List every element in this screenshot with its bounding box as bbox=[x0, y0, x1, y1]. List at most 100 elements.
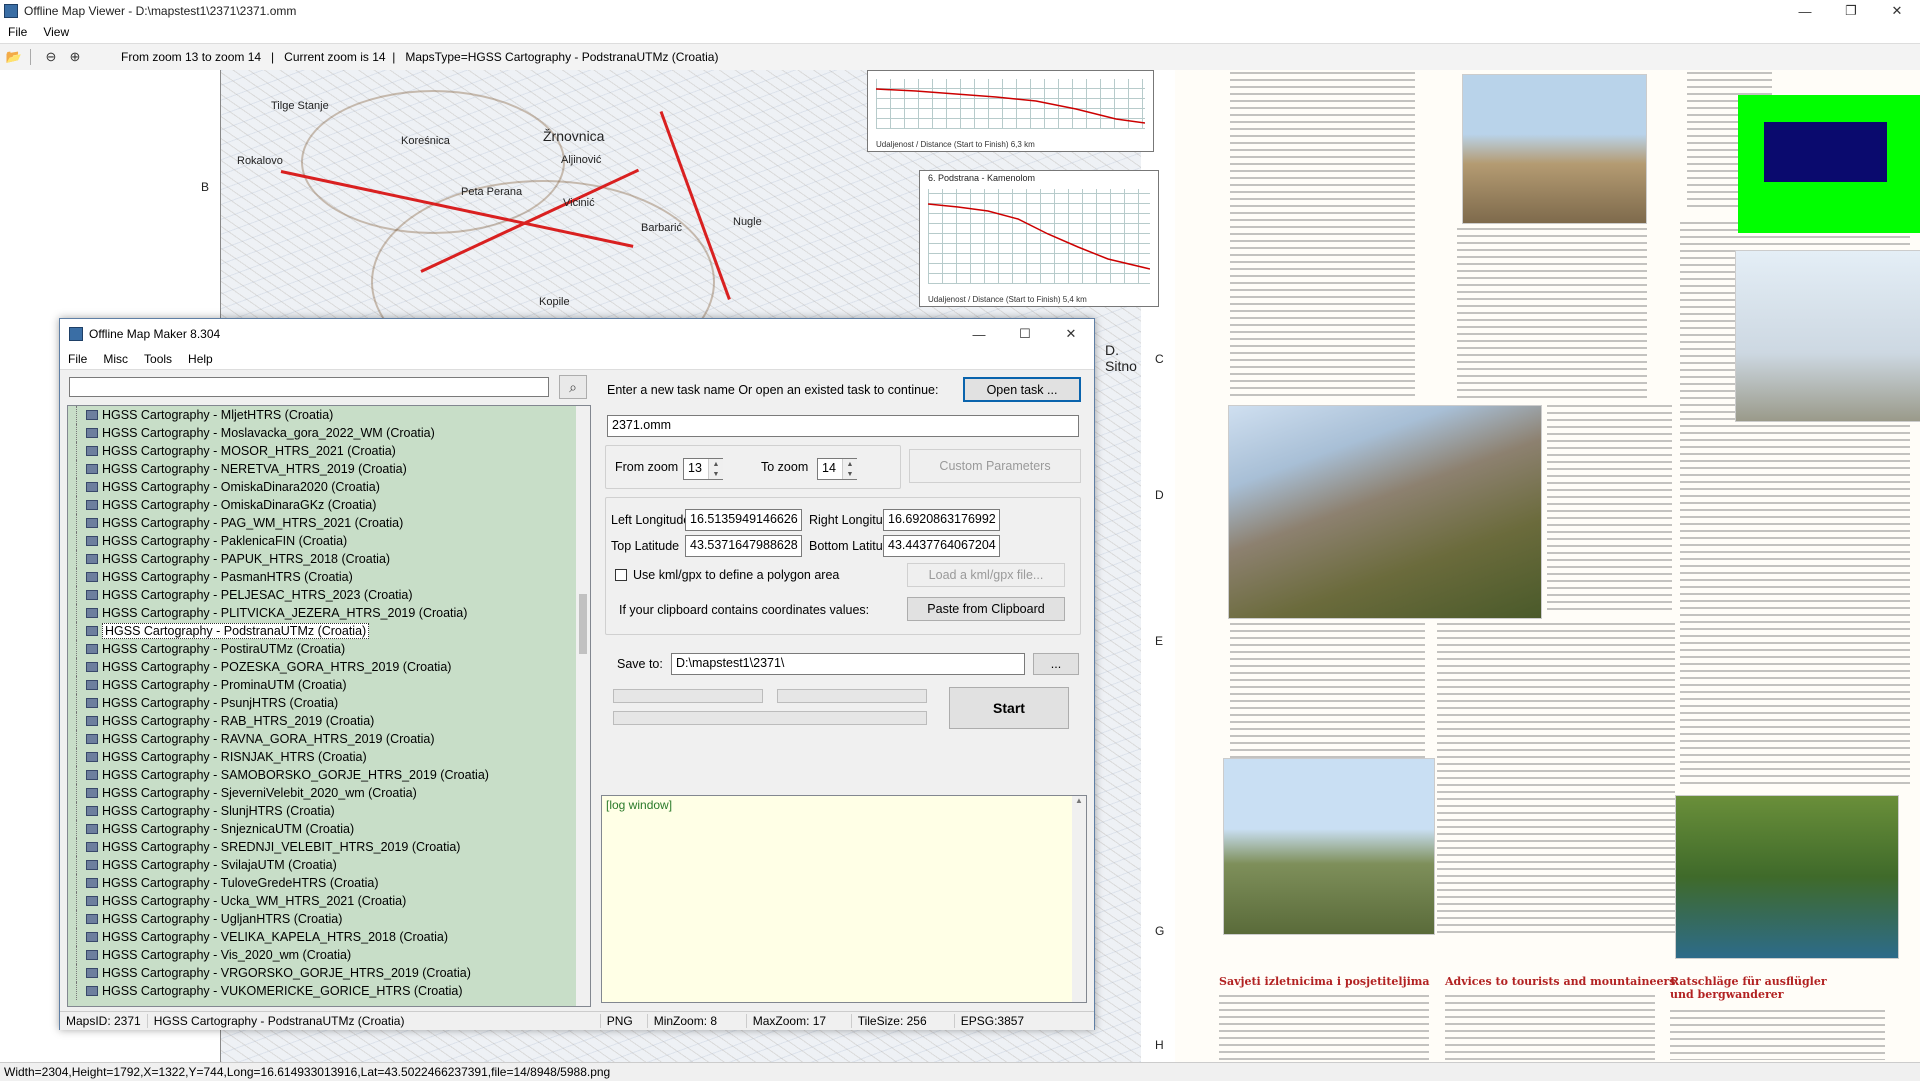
search-input[interactable] bbox=[69, 377, 549, 397]
map-list-item[interactable]: HGSS Cartography - PLITVICKA_JEZERA_HTRS… bbox=[68, 604, 590, 622]
map-list-item[interactable]: HGSS Cartography - ProminaUTM (Croatia) bbox=[68, 676, 590, 694]
menu-view[interactable]: View bbox=[35, 25, 77, 39]
zoom-info: From zoom 13 to zoom 14 | Current zoom i… bbox=[121, 50, 719, 64]
log-scrollbar[interactable]: ▲ bbox=[1072, 796, 1086, 1002]
grid-letter: B bbox=[201, 180, 210, 194]
minimize-icon[interactable]: — bbox=[1782, 0, 1828, 22]
menu-file[interactable]: File bbox=[60, 352, 95, 366]
map-list-item[interactable]: HGSS Cartography - SREDNJI_VELEBIT_HTRS_… bbox=[68, 838, 590, 856]
map-type-list[interactable]: HGSS Cartography - MljetHTRS (Croatia) HG… bbox=[67, 405, 591, 1007]
map-list-item[interactable]: HGSS Cartography - RAVNA_GORA_HTRS_2019 … bbox=[68, 730, 590, 748]
elevation-profile-chart: Udaljenost / Distance (Start to Finish) … bbox=[867, 70, 1154, 152]
map-list-item[interactable]: HGSS Cartography - PELJESAC_HTRS_2023 (C… bbox=[68, 586, 590, 604]
map-layer-icon bbox=[86, 914, 98, 924]
map-list-item[interactable]: HGSS Cartography - SvilajaUTM (Croatia) bbox=[68, 856, 590, 874]
map-list-item[interactable]: HGSS Cartography - PaklenicaFIN (Croatia… bbox=[68, 532, 590, 550]
scrollbar-thumb[interactable] bbox=[579, 594, 587, 654]
map-list-item[interactable]: HGSS Cartography - PostiraUTMz (Croatia) bbox=[68, 640, 590, 658]
load-kml-button[interactable]: Load a kml/gpx file... bbox=[907, 563, 1065, 587]
map-maker-dialog: Offline Map Maker 8.304 — ☐ ✕ File Misc … bbox=[59, 318, 1095, 1030]
from-zoom-spinner[interactable]: ▲ ▼ bbox=[708, 459, 723, 479]
map-list-item[interactable]: HGSS Cartography - OmiskaDinara2020 (Cro… bbox=[68, 478, 590, 496]
menu-file[interactable]: File bbox=[0, 25, 35, 39]
map-list-item[interactable]: HGSS Cartography - PAG_WM_HTRS_2021 (Cro… bbox=[68, 514, 590, 532]
menu-misc[interactable]: Misc bbox=[95, 352, 136, 366]
minimize-icon[interactable]: — bbox=[956, 319, 1002, 349]
restore-icon[interactable]: ❐ bbox=[1828, 0, 1874, 22]
log-window[interactable]: [log window] ▲ bbox=[601, 795, 1087, 1003]
open-task-button[interactable]: Open task ... bbox=[963, 377, 1081, 402]
map-list-item[interactable]: HGSS Cartography - SAMOBORSKO_GORJE_HTRS… bbox=[68, 766, 590, 784]
kml-checkbox[interactable] bbox=[615, 569, 627, 581]
paste-clipboard-button[interactable]: Paste from Clipboard bbox=[907, 597, 1065, 621]
map-list-item[interactable]: HGSS Cartography - Vis_2020_wm (Croatia) bbox=[68, 946, 590, 964]
map-list-item[interactable]: HGSS Cartography - PsunjHTRS (Croatia) bbox=[68, 694, 590, 712]
map-list-item-label: HGSS Cartography - PsunjHTRS (Croatia) bbox=[102, 696, 339, 710]
map-list-item[interactable]: HGSS Cartography - Ucka_WM_HTRS_2021 (Cr… bbox=[68, 892, 590, 910]
tips-heading-de: Ratschläge für ausflügler und bergwander… bbox=[1670, 975, 1827, 1001]
left-longitude-input[interactable]: 16.5135949146626 bbox=[685, 509, 802, 531]
bottom-latitude-input[interactable]: 43.4437764067204 bbox=[883, 535, 1000, 557]
map-list-item[interactable]: HGSS Cartography - POZESKA_GORA_HTRS_201… bbox=[68, 658, 590, 676]
map-list-item[interactable]: HGSS Cartography - Moslavacka_gora_2022_… bbox=[68, 424, 590, 442]
menu-tools[interactable]: Tools bbox=[136, 352, 180, 366]
maximize-icon[interactable]: ☐ bbox=[1002, 319, 1048, 349]
to-zoom-label: To zoom bbox=[761, 460, 809, 474]
start-button[interactable]: Start bbox=[949, 687, 1069, 729]
zoom-out-icon[interactable]: ⊖ bbox=[41, 47, 61, 67]
map-layer-icon bbox=[86, 590, 98, 600]
map-list-item[interactable]: HGSS Cartography - RAB_HTRS_2019 (Croati… bbox=[68, 712, 590, 730]
map-list-item[interactable]: HGSS Cartography - SnjeznicaUTM (Croatia… bbox=[68, 820, 590, 838]
map-list-item[interactable]: HGSS Cartography - PAPUK_HTRS_2018 (Croa… bbox=[68, 550, 590, 568]
map-list-item[interactable]: HGSS Cartography - SlunjHTRS (Croatia) bbox=[68, 802, 590, 820]
top-latitude-input[interactable]: 43.5371647988628 bbox=[685, 535, 802, 557]
map-list-item[interactable]: HGSS Cartography - VRGORSKO_GORJE_HTRS_2… bbox=[68, 964, 590, 982]
map-list-item[interactable]: HGSS Cartography - RISNJAK_HTRS (Croatia… bbox=[68, 748, 590, 766]
map-list-item[interactable]: HGSS Cartography - MOSOR_HTRS_2021 (Croa… bbox=[68, 442, 590, 460]
map-list-item[interactable]: HGSS Cartography - VELIKA_KAPELA_HTRS_20… bbox=[68, 928, 590, 946]
tree-line bbox=[76, 874, 78, 892]
scroll-up-icon[interactable]: ▲ bbox=[1072, 796, 1086, 805]
browse-button[interactable]: ... bbox=[1033, 653, 1079, 675]
maker-title-bar: Offline Map Maker 8.304 — ☐ ✕ bbox=[60, 319, 1094, 349]
status-max-zoom: MaxZoom: 17 bbox=[747, 1014, 852, 1028]
text-column bbox=[1670, 1010, 1885, 1060]
map-layer-icon bbox=[86, 860, 98, 870]
search-button[interactable]: ⌕ bbox=[559, 375, 587, 399]
list-scrollbar[interactable] bbox=[576, 406, 590, 1006]
map-list-item[interactable]: HGSS Cartography - UgljanHTRS (Croatia) bbox=[68, 910, 590, 928]
zoom-in-icon[interactable]: ⊕ bbox=[65, 47, 85, 67]
map-list-item-label: HGSS Cartography - PAG_WM_HTRS_2021 (Cro… bbox=[102, 516, 404, 530]
map-list-item[interactable]: HGSS Cartography - SjeverniVelebit_2020_… bbox=[68, 784, 590, 802]
map-list-item[interactable]: HGSS Cartography - PodstranaUTMz (Croati… bbox=[68, 622, 590, 640]
text-column bbox=[1219, 995, 1429, 1060]
map-list-item-label: HGSS Cartography - PasmanHTRS (Croatia) bbox=[102, 570, 353, 584]
map-label: Barbarić bbox=[641, 222, 682, 234]
save-path-input[interactable]: D:\mapstest1\2371\ bbox=[671, 653, 1025, 675]
to-zoom-spinner[interactable]: ▲ ▼ bbox=[842, 459, 857, 479]
text-column bbox=[1230, 72, 1415, 397]
tree-line bbox=[76, 676, 78, 694]
task-settings-pane: Enter a new task name Or open an existed… bbox=[601, 373, 1091, 1013]
map-list-item-label: HGSS Cartography - OmiskaDinaraGKz (Croa… bbox=[102, 498, 377, 512]
viewer-title-bar: Offline Map Viewer - D:\mapstest1\2371\2… bbox=[0, 0, 1920, 22]
tree-line bbox=[76, 586, 78, 604]
map-list-item-label: HGSS Cartography - SREDNJI_VELEBIT_HTRS_… bbox=[102, 840, 461, 854]
open-folder-icon[interactable]: 📂 bbox=[4, 47, 24, 67]
task-name-input[interactable]: 2371.omm bbox=[607, 415, 1079, 437]
map-list-item[interactable]: HGSS Cartography - PasmanHTRS (Croatia) bbox=[68, 568, 590, 586]
photo-fortress bbox=[1462, 74, 1647, 224]
left-longitude-label: Left Longitude bbox=[611, 513, 691, 527]
map-list-item[interactable]: HGSS Cartography - TuloveGredeHTRS (Croa… bbox=[68, 874, 590, 892]
map-list-item[interactable]: HGSS Cartography - NERETVA_HTRS_2019 (Cr… bbox=[68, 460, 590, 478]
status-tile-size: TileSize: 256 bbox=[852, 1014, 955, 1028]
close-icon[interactable]: ✕ bbox=[1048, 319, 1094, 349]
right-longitude-input[interactable]: 16.6920863176992 bbox=[883, 509, 1000, 531]
close-icon[interactable]: ✕ bbox=[1874, 0, 1920, 22]
profile-line bbox=[928, 203, 1150, 270]
map-list-item[interactable]: HGSS Cartography - OmiskaDinaraGKz (Croa… bbox=[68, 496, 590, 514]
map-list-item[interactable]: HGSS Cartography - VUKOMERICKE_GORICE_HT… bbox=[68, 982, 590, 1000]
menu-help[interactable]: Help bbox=[180, 352, 221, 366]
map-list-item[interactable]: HGSS Cartography - MljetHTRS (Croatia) bbox=[68, 406, 590, 424]
custom-parameters-button[interactable]: Custom Parameters bbox=[909, 449, 1081, 483]
